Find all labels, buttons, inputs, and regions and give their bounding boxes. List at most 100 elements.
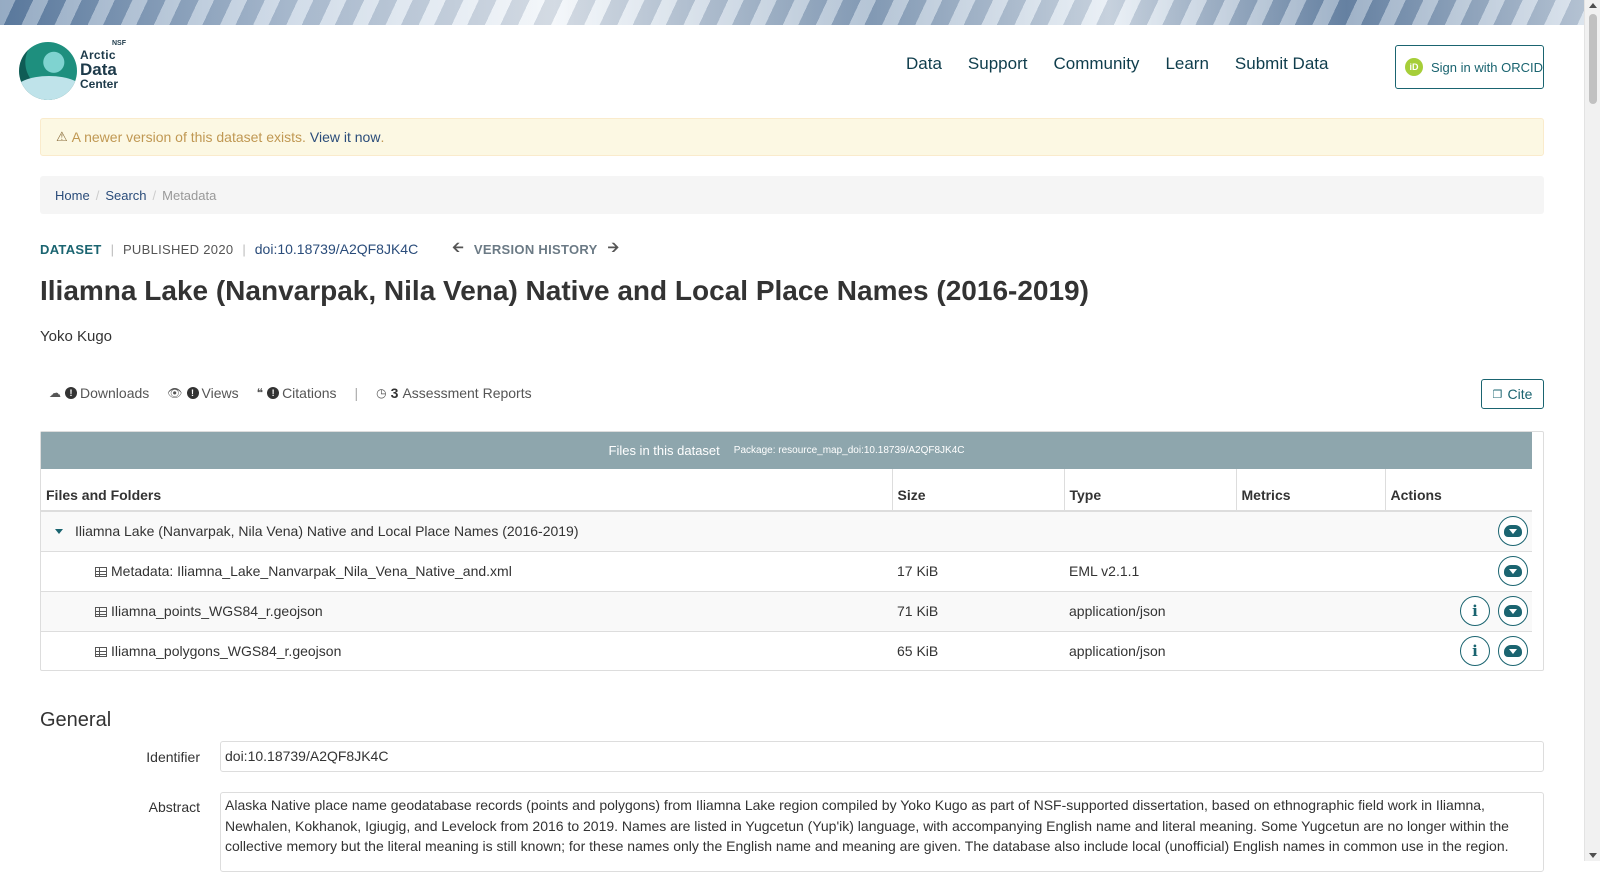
scroll-down-icon[interactable] (1589, 853, 1597, 858)
download-file-button[interactable] (1498, 636, 1528, 667)
download-package-button[interactable] (1498, 516, 1528, 547)
file-actions (1385, 550, 1532, 591)
arctic-data-center-logo[interactable]: NSF Arctic Data Center (19, 40, 131, 100)
exclamation-icon: ! (267, 387, 280, 399)
breadcrumb-separator: / (95, 187, 100, 203)
dataset-title: Iliamna Lake (Nanvarpak, Nila Vena) Nati… (40, 275, 1089, 306)
dataset-author[interactable]: Yoko Kugo (40, 328, 112, 345)
assessment-count: 3 (390, 385, 399, 401)
caret-down-icon[interactable] (55, 529, 63, 535)
sign-in-orcid-label: Sign in with ORCID (1431, 59, 1543, 75)
table-icon (95, 567, 107, 577)
logo-nsf-text: NSF (112, 40, 126, 47)
nav-submit-data[interactable]: Submit Data (1235, 54, 1329, 74)
package-row-title: Iliamna Lake (Nanvarpak, Nila Vena) Nati… (75, 523, 579, 540)
citations-metric[interactable]: ❝ ! Citations (257, 385, 337, 401)
views-metric[interactable]: 👁 ! Views (167, 385, 238, 401)
breadcrumb-separator: / (152, 187, 157, 203)
file-type: application/json (1064, 590, 1236, 631)
header-banner-image (0, 0, 1584, 25)
logo-text: Arctic Data Center (80, 49, 118, 90)
cloud-download-icon (1504, 605, 1522, 617)
sign-in-orcid-button[interactable]: iD Sign in with ORCID (1395, 45, 1544, 89)
page-scrollbar[interactable] (1584, 0, 1600, 861)
table-row: Iliamna_polygons_WGS84_r.geojson 65 KiB … (41, 630, 1532, 671)
file-metrics (1236, 550, 1385, 591)
exclamation-icon: ! (65, 387, 77, 399)
nav-learn[interactable]: Learn (1165, 54, 1208, 74)
package-row-actions (1385, 510, 1532, 551)
cloud-download-icon (1504, 565, 1522, 577)
files-table-header: Files in this dataset Package: resource_… (41, 432, 1532, 469)
table-row: Metadata: Iliamna_Lake_Nanvarpak_Nila_Ve… (41, 550, 1532, 591)
nav-data[interactable]: Data (906, 54, 942, 74)
package-id: Package: resource_map_doi:10.18739/A2QF8… (733, 445, 965, 456)
file-type: EML v2.1.1 (1064, 550, 1236, 591)
alert-text: A newer version of this dataset exists. (71, 129, 306, 145)
version-history-label[interactable]: VERSION HISTORY (474, 242, 598, 257)
info-icon: i (1472, 642, 1478, 661)
cloud-download-icon (1504, 525, 1522, 538)
file-size: 71 KiB (892, 590, 1064, 631)
breadcrumb: Home / Search / Metadata (40, 176, 1544, 214)
download-file-button[interactable] (1498, 556, 1528, 586)
file-info-button[interactable]: i (1460, 636, 1490, 667)
info-icon: i (1472, 602, 1478, 620)
file-info-button[interactable]: i (1460, 596, 1490, 626)
previous-version-arrow-icon[interactable]: 🡨 (452, 237, 464, 261)
logo-line-2: Data (80, 60, 117, 79)
files-table: Files and Folders Size Type Metrics Acti… (41, 469, 1532, 671)
metrics-bar: ☁ ! Downloads 👁 ! Views ❝ ! Citations | … (49, 385, 550, 401)
doi-link[interactable]: doi:10.18739/A2QF8JK4C (255, 241, 418, 257)
file-type: application/json (1064, 630, 1236, 671)
view-newer-version-link[interactable]: View it now (310, 129, 381, 145)
logo-line-3: Center (80, 77, 119, 91)
files-header-title: Files in this dataset (608, 443, 720, 458)
download-file-button[interactable] (1498, 596, 1528, 626)
nav-support[interactable]: Support (968, 54, 1028, 74)
abstract-value: Alaska Native place name geodatabase rec… (220, 792, 1544, 872)
files-table-panel: Files in this dataset Package: resource_… (40, 431, 1544, 671)
version-history: 🡨 VERSION HISTORY 🡪 (442, 237, 629, 261)
breadcrumb-search[interactable]: Search (105, 188, 146, 203)
cite-label: Cite (1507, 386, 1533, 402)
identifier-label: Identifier (146, 749, 200, 765)
column-size[interactable]: Size (891, 469, 1064, 512)
views-label: Views (201, 385, 239, 401)
identifier-value: doi:10.18739/A2QF8JK4C (220, 741, 1544, 772)
file-name[interactable]: Iliamna_points_WGS84_r.geojson (111, 603, 323, 619)
meta-divider: | (242, 241, 246, 257)
newer-version-alert: ⚠ A newer version of this dataset exists… (40, 118, 1544, 156)
file-size: 65 KiB (892, 630, 1064, 671)
copy-icon: ❐ (1492, 388, 1503, 401)
abstract-label: Abstract (148, 799, 200, 815)
scroll-thumb[interactable] (1589, 14, 1597, 104)
cite-button[interactable]: ❐ Cite (1481, 379, 1544, 409)
file-name[interactable]: Iliamna_polygons_WGS84_r.geojson (111, 643, 341, 659)
assessment-label: Assessment Reports (402, 385, 532, 401)
file-actions: i (1385, 590, 1532, 631)
orcid-icon: iD (1405, 58, 1423, 76)
column-files-and-folders[interactable]: Files and Folders (41, 469, 892, 512)
column-metrics: Metrics (1235, 469, 1385, 512)
scroll-up-icon[interactable] (1589, 3, 1597, 8)
alert-period: . (380, 129, 385, 145)
file-name[interactable]: Metadata: Iliamna_Lake_Nanvarpak_Nila_Ve… (111, 563, 512, 579)
dashboard-icon: ◷ (376, 386, 387, 400)
column-type[interactable]: Type (1063, 469, 1236, 512)
exclamation-icon: ! (186, 387, 199, 399)
dataset-label: DATASET (40, 241, 102, 257)
quote-icon: ❝ (256, 386, 264, 400)
nav-community[interactable]: Community (1053, 54, 1139, 74)
meta-divider: | (110, 241, 114, 257)
files-table-columns: Files and Folders Size Type Metrics Acti… (41, 469, 1532, 512)
next-version-arrow-icon[interactable]: 🡪 (608, 237, 620, 261)
breadcrumb-home[interactable]: Home (55, 188, 90, 203)
table-icon (95, 607, 107, 617)
downloads-label: Downloads (80, 385, 150, 401)
assessment-reports-metric[interactable]: ◷ 3 Assessment Reports (376, 385, 531, 401)
package-row-name: Iliamna Lake (Nanvarpak, Nila Vena) Nati… (41, 510, 1385, 551)
downloads-metric[interactable]: ☁ ! Downloads (49, 385, 149, 401)
eye-icon: 👁 (167, 386, 183, 400)
main-nav: Data Support Community Learn Submit Data (906, 54, 1354, 74)
